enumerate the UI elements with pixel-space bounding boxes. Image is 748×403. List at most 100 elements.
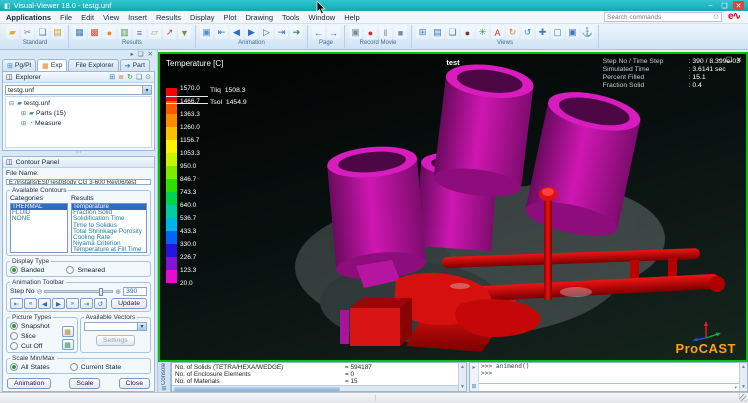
fit-view-icon[interactable]: ▣ xyxy=(566,26,579,39)
menu-item[interactable]: Plot xyxy=(224,13,237,22)
annotate-icon[interactable]: A xyxy=(491,26,504,39)
loop-button[interactable]: ↺ xyxy=(94,298,107,309)
play-icon[interactable]: ▶ xyxy=(245,26,258,39)
radio-current-state[interactable]: Current State xyxy=(70,363,121,371)
radio-snapshot[interactable]: Snapshot xyxy=(10,322,60,330)
command-input[interactable]: ▾ xyxy=(479,383,739,391)
close-button[interactable]: Close xyxy=(119,378,150,389)
open-case-icon[interactable]: ▱ xyxy=(148,26,161,39)
record-icon[interactable]: ● xyxy=(364,26,377,39)
copy-view-icon[interactable]: ❏ xyxy=(446,26,459,39)
radio-all-states[interactable]: All States xyxy=(10,363,50,371)
play-button[interactable]: ▶ xyxy=(52,298,65,309)
zoom-area-icon[interactable]: ▢ xyxy=(551,26,564,39)
scroll-down-icon[interactable]: ▼ xyxy=(460,384,465,390)
step-forward-button[interactable]: » xyxy=(66,298,79,309)
slider-thumb[interactable] xyxy=(99,288,103,296)
globe-icon[interactable]: ● xyxy=(461,26,474,39)
vectors-dropdown[interactable]: ▾ xyxy=(84,322,148,331)
pin-icon[interactable]: ▸ xyxy=(130,50,133,58)
result-temperature-at-fill-time[interactable]: Temperature at Fill Time xyxy=(72,247,146,253)
tab-file-explorer[interactable]: File Explorer xyxy=(68,59,118,71)
refresh-icon[interactable]: ↻ xyxy=(127,73,133,81)
radio-slice[interactable]: Slice xyxy=(10,332,60,340)
step-back-icon[interactable]: ◀ xyxy=(230,26,243,39)
copy-icon[interactable]: ❏ xyxy=(36,26,49,39)
stop-icon[interactable]: ■ xyxy=(394,26,407,39)
chevron-down-icon[interactable]: ▾ xyxy=(142,86,151,94)
slice-tool-icon[interactable]: ▦ xyxy=(62,326,74,337)
scroll-up-icon[interactable]: ▲ xyxy=(741,364,746,370)
menu-item[interactable]: Results xyxy=(156,13,181,22)
scroll-down-icon[interactable]: ▼ xyxy=(741,384,746,390)
page-view-icon[interactable]: ▤ xyxy=(431,26,444,39)
hscroll-thumb[interactable] xyxy=(174,387,340,391)
cutoff-tool-icon[interactable]: ▦ xyxy=(62,339,74,350)
menu-item[interactable]: File xyxy=(60,13,72,22)
slider-minus-icon[interactable]: ⊖ xyxy=(37,288,43,296)
message-scrollbar[interactable]: ▲▼ xyxy=(458,363,466,391)
first-frame-button[interactable]: ⇤ xyxy=(10,298,23,309)
close-icon[interactable]: ✕ xyxy=(148,50,153,58)
step-slider[interactable] xyxy=(44,290,113,293)
rotate-icon[interactable]: ↻ xyxy=(506,26,519,39)
step-value-field[interactable]: 390 xyxy=(123,287,147,296)
console-tab-strip[interactable]: Console ⊞ xyxy=(158,362,171,392)
paste-icon[interactable]: ▤ xyxy=(51,26,64,39)
slider-plus-icon[interactable]: ⊕ xyxy=(115,288,121,296)
pause-icon[interactable]: ‖ xyxy=(379,26,392,39)
chevron-down-icon[interactable]: ▾ xyxy=(137,323,146,330)
add-view-icon[interactable]: ⊞ xyxy=(109,73,115,81)
banded-contour-icon[interactable]: ▩ xyxy=(88,26,101,39)
menu-item[interactable]: Tools xyxy=(282,13,300,22)
last-frame-icon[interactable]: ⇥ xyxy=(275,26,288,39)
category-none[interactable]: NONE xyxy=(11,216,67,222)
tree-item-parts[interactable]: ⊞▰Parts (15) xyxy=(6,108,151,118)
update-button[interactable]: Update xyxy=(111,298,147,309)
menu-item[interactable]: Edit xyxy=(81,13,94,22)
float-icon[interactable]: ❏ xyxy=(138,50,144,58)
animation-button[interactable]: Animation xyxy=(7,378,51,389)
tree-expander-icon[interactable]: ⊞ xyxy=(20,110,27,117)
filter-icon[interactable]: ▼ xyxy=(178,26,191,39)
command-scrollbar[interactable]: ▲▼ xyxy=(739,363,747,391)
run-icon[interactable]: ▸ xyxy=(472,364,475,371)
menu-item[interactable]: Applications xyxy=(6,13,51,22)
message-panel[interactable]: No. of Solids (TETRA/HEXA/WEDGE)= 594187… xyxy=(171,362,467,392)
tab-part[interactable]: ➔Part xyxy=(120,59,150,71)
radio-banded[interactable]: Banded xyxy=(10,266,44,274)
message-hscrollbar[interactable] xyxy=(172,385,458,391)
resize-grip[interactable] xyxy=(739,394,746,401)
command-panel[interactable]: ▸ ⊞ >>> animend()>>> ▾ ▲▼ xyxy=(469,362,748,392)
cut-icon[interactable]: ✂ xyxy=(21,26,34,39)
window-layout-icon[interactable]: ⊞ xyxy=(416,26,429,39)
3d-viewport[interactable]: Temperature [C] test – ❏ ✕ 1570.01466.71… xyxy=(158,52,748,362)
search-input[interactable] xyxy=(607,14,713,21)
radio-cut-off[interactable]: Cut Off xyxy=(10,342,60,350)
settings-button[interactable]: Settings xyxy=(96,335,135,346)
spin-icon[interactable]: ↺ xyxy=(521,26,534,39)
camera-icon[interactable]: ▣ xyxy=(349,26,362,39)
open-folder-icon[interactable]: ▰ xyxy=(6,26,19,39)
console-tab[interactable]: Console xyxy=(161,363,167,385)
minimize-button[interactable]: – xyxy=(705,1,716,10)
fast-forward-button[interactable]: ⇥ xyxy=(80,298,93,309)
options-icon[interactable]: ⊙ xyxy=(145,73,151,81)
chart-icon[interactable]: ▥ xyxy=(118,26,131,39)
tab-pg-pl[interactable]: ⊞Pg/Pl xyxy=(2,59,36,71)
anchor-icon[interactable]: ⚓ xyxy=(581,26,594,39)
tree-expander-icon[interactable]: ⊟ xyxy=(8,100,15,107)
fast-rewind-button[interactable]: « xyxy=(24,298,37,309)
next-page-icon[interactable]: → xyxy=(327,26,340,39)
menu-item[interactable]: Drawing xyxy=(245,13,273,22)
tab-exp[interactable]: ▦Exp xyxy=(37,59,67,71)
first-frame-icon[interactable]: ⇤ xyxy=(215,26,228,39)
grid-icon[interactable]: ⊞ xyxy=(161,385,166,392)
axes-icon[interactable]: ✳ xyxy=(476,26,489,39)
scale-button[interactable]: Scale xyxy=(69,378,100,389)
menu-item[interactable]: Display xyxy=(190,13,215,22)
contour-plot-icon[interactable]: ▦ xyxy=(73,26,86,39)
menu-item[interactable]: Insert xyxy=(128,13,147,22)
tree-item-measure[interactable]: ⊞◔Measure xyxy=(6,118,151,128)
step-forward-icon[interactable]: ▷ xyxy=(260,26,273,39)
